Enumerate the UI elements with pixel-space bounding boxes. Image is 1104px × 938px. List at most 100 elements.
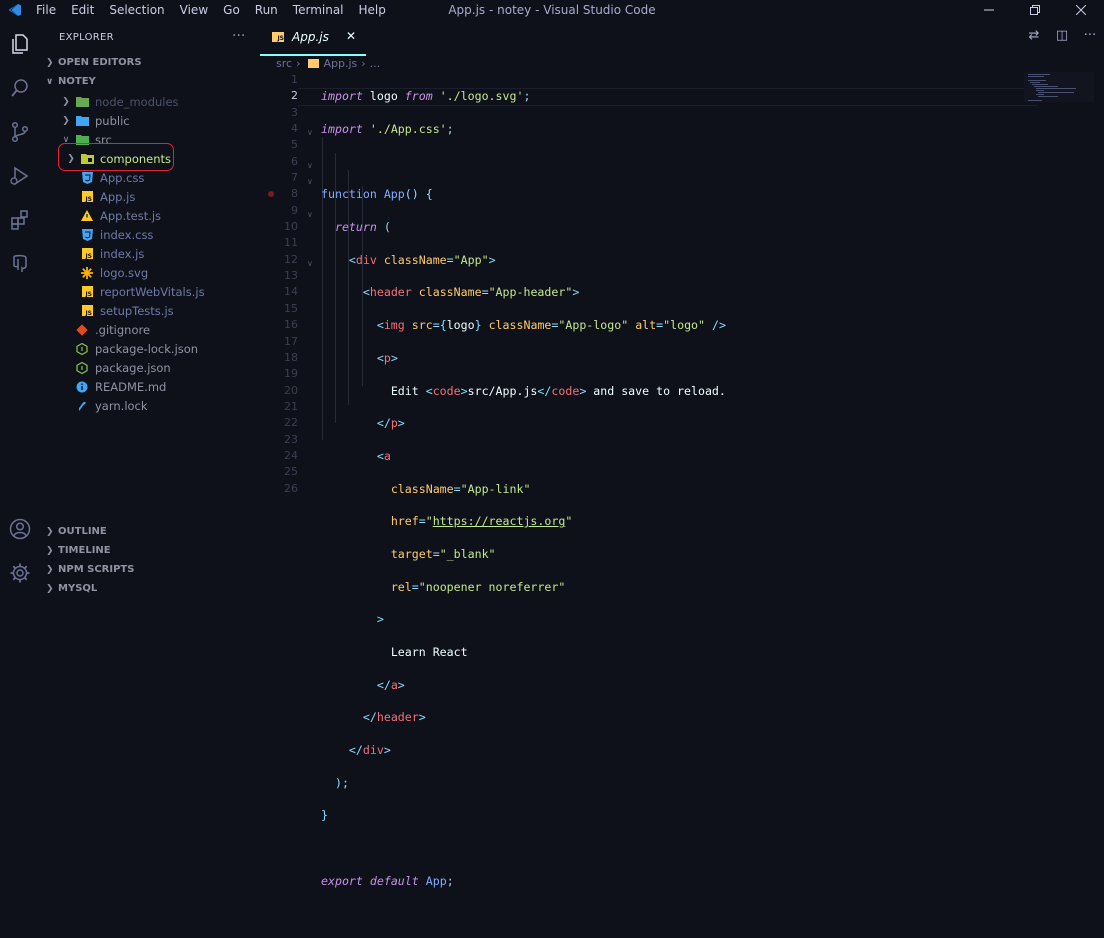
menu-view[interactable]: View (180, 3, 208, 17)
line-number: 12 (284, 252, 298, 266)
compare-changes-icon[interactable]: ⇄ (1020, 28, 1048, 43)
chevron-right-icon: ❯ (46, 583, 54, 594)
explorer-icon[interactable] (8, 32, 32, 56)
tree-item-label: package-lock.json (95, 341, 199, 356)
timeline-label: TIMELINE (58, 545, 111, 556)
line-numbers: 1 2 3 4 5 6 7 8 9 10 11 12 13 14 15 16 17 18 19 20 21 22 23 24 2… (258, 72, 298, 497)
menu-selection[interactable]: Selection (109, 3, 164, 17)
code-line: </div> (348, 743, 391, 758)
menu-terminal[interactable]: Terminal (293, 3, 344, 17)
menu-run[interactable]: Run (255, 3, 278, 17)
tree-item-readme-md[interactable]: README.md (40, 377, 279, 396)
breadcrumb-file[interactable]: App.js (323, 57, 357, 70)
line-number: 8 (291, 187, 298, 201)
tree-item-package-json[interactable]: package.json (40, 358, 279, 377)
close-icon[interactable]: ✕ (346, 29, 356, 43)
code-editor[interactable]: import logo from './logo.svg'; import '.… (321, 72, 726, 938)
tab-app-js[interactable]: JS App.js ✕ (260, 20, 366, 56)
project-label: NOTEY (58, 76, 96, 87)
line-number: 22 (284, 416, 298, 430)
settings-gear-icon[interactable] (8, 561, 32, 585)
mysql-section[interactable]: ❯ MYSQL (46, 583, 97, 594)
line-number: 11 (284, 236, 298, 250)
fold-chevron-icon[interactable]: ∨ (307, 210, 313, 219)
svg-text:JS: JS (84, 310, 92, 316)
code-line: Edit <code>src/App.js</code> and save to… (390, 383, 726, 398)
tree-item-label: index.css (100, 227, 154, 242)
tree-item-label: logo.svg (100, 265, 149, 280)
fold-chevron-icon[interactable]: ∨ (307, 177, 313, 186)
tree-item-logo-svg[interactable]: logo.svg (40, 263, 284, 282)
restore-icon[interactable] (1012, 0, 1058, 20)
source-control-icon[interactable] (8, 120, 32, 144)
more-icon[interactable]: ··· (1076, 28, 1104, 43)
npm-scripts-label: NPM SCRIPTS (58, 564, 135, 575)
search-icon[interactable] (8, 76, 32, 100)
code-line: <p> (376, 350, 398, 365)
line-number: 16 (284, 318, 298, 332)
fold-chevron-icon[interactable]: ∨ (307, 259, 313, 268)
fold-chevron-icon[interactable]: ∨ (307, 161, 313, 170)
tree-item-index-js[interactable]: JS index.js (40, 244, 284, 263)
minimize-icon[interactable] (966, 0, 1012, 20)
code-line: export default App; (321, 873, 454, 888)
extensions-icon[interactable] (8, 208, 32, 232)
line-number: 17 (284, 334, 298, 348)
window-controls (966, 0, 1104, 20)
fold-chevron-icon[interactable]: ∨ (307, 128, 313, 137)
breadcrumb-src[interactable]: src (276, 57, 292, 70)
tree-item-app-js[interactable]: JS App.js (40, 187, 284, 206)
title-bar: File Edit Selection View Go Run Terminal… (0, 0, 1104, 20)
npm-scripts-section[interactable]: ❯ NPM SCRIPTS (46, 564, 134, 575)
line-number: 10 (284, 220, 298, 234)
database-elephant-icon[interactable] (8, 252, 32, 276)
timeline-section[interactable]: ❯ TIMELINE (46, 545, 111, 556)
nodejs-icon (75, 342, 89, 356)
line-number: 15 (284, 301, 298, 315)
tree-item-yarn-lock[interactable]: yarn.lock (40, 396, 279, 415)
tree-item-label: setupTests.js (100, 303, 174, 318)
project-section[interactable]: ∨ NOTEY (46, 76, 96, 87)
line-number: 5 (291, 138, 298, 152)
minimap[interactable] (1024, 72, 1094, 102)
menu-edit[interactable]: Edit (71, 3, 94, 17)
tree-item-node-modules[interactable]: ❯ node_modules (40, 92, 279, 111)
yarn-icon (75, 399, 89, 413)
editor-actions: ⇄ ◫ ··· (1020, 28, 1104, 43)
menu-file[interactable]: File (36, 3, 56, 17)
tree-item-setuptests-js[interactable]: JS setupTests.js (40, 301, 284, 320)
line-number: 24 (284, 448, 298, 462)
code-line: </a> (376, 677, 405, 692)
outline-section[interactable]: ❯ OUTLINE (46, 526, 107, 537)
menu-go[interactable]: Go (223, 3, 240, 17)
more-actions-icon[interactable]: ··· (232, 28, 245, 44)
vscode-logo-icon (8, 4, 21, 16)
line-number: 4 (291, 122, 298, 136)
folder-public-icon (75, 114, 89, 128)
menu-help[interactable]: Help (359, 3, 386, 17)
chevron-right-icon: ❯ (62, 115, 70, 126)
tree-item-app-test-js[interactable]: App.test.js (40, 206, 284, 225)
outline-label: OUTLINE (58, 526, 107, 537)
breadcrumb-symbol[interactable]: ... (370, 57, 381, 70)
js-icon: JS (80, 285, 94, 299)
close-window-icon[interactable] (1058, 0, 1104, 20)
tree-item-index-css[interactable]: index.css (40, 225, 284, 244)
test-icon (80, 209, 94, 223)
chevron-down-icon: ∨ (46, 76, 54, 87)
tree-item-gitignore[interactable]: .gitignore (40, 320, 279, 339)
tree-item-package-lock-json[interactable]: package-lock.json (40, 339, 279, 358)
split-editor-icon[interactable]: ◫ (1048, 28, 1076, 43)
code-line: import logo from './logo.svg'; (321, 89, 531, 104)
css-icon (80, 171, 94, 185)
tree-item-reportwebvitals-js[interactable]: JS reportWebVitals.js (40, 282, 284, 301)
open-editors-section[interactable]: ❯ OPEN EDITORS (46, 57, 142, 68)
run-debug-icon[interactable] (8, 164, 32, 188)
account-icon[interactable] (8, 517, 32, 541)
tree-item-public[interactable]: ❯ public (40, 111, 279, 130)
folder-node-icon (75, 95, 89, 109)
open-editors-label: OPEN EDITORS (58, 57, 142, 68)
code-line: <div className="App"> (348, 252, 496, 267)
